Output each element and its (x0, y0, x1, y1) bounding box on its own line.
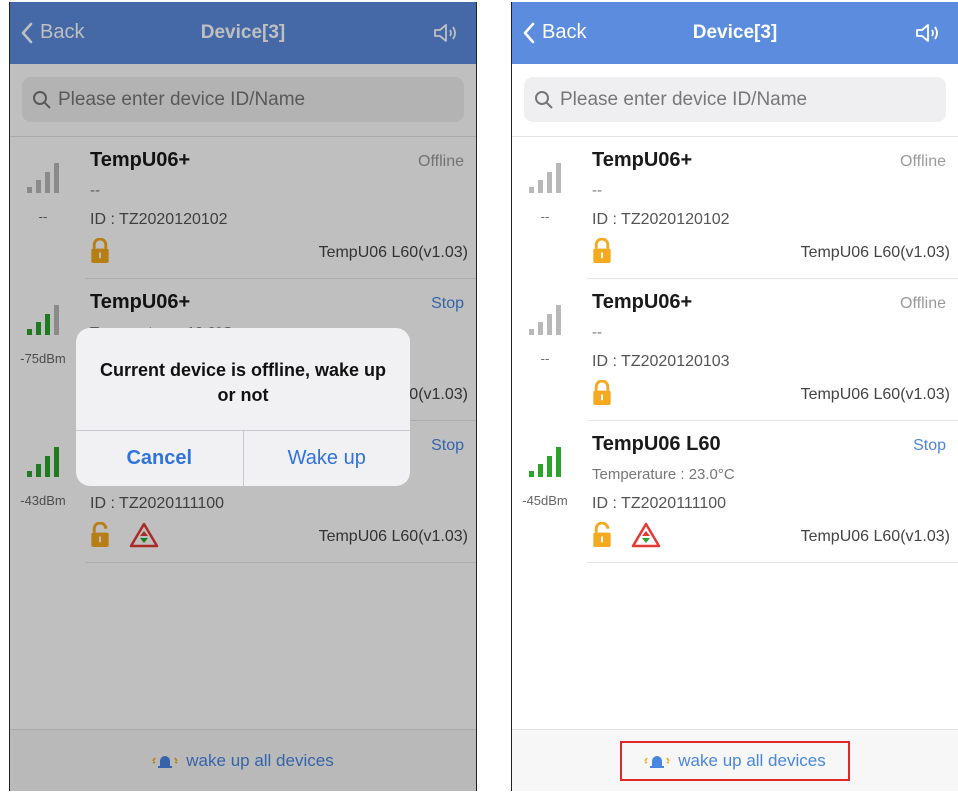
device-name: TempU06+ (592, 291, 693, 313)
device-id: ID : TZ2020120103 (592, 353, 730, 370)
unlock-icon (592, 522, 612, 548)
dialog-buttons: Cancel Wake up (76, 430, 410, 486)
device-item[interactable]: -45dBm TempU06 L60 Stop Temperature : 23… (522, 421, 958, 563)
device-reading: -- (592, 324, 602, 341)
device-model: TempU06 L60(v1.03) (800, 528, 950, 545)
search-placeholder: Please enter device ID/Name (560, 88, 808, 110)
device-id: ID : TZ2020111100 (592, 495, 727, 512)
signal-icon (529, 305, 561, 335)
rssi-value: -45dBm (522, 493, 568, 508)
device-status: Offline (900, 153, 946, 170)
bell-icon (644, 755, 670, 768)
device-model: TempU06 L60(v1.03) (800, 386, 950, 403)
device-status[interactable]: Stop (913, 437, 946, 455)
wake-all-button[interactable]: wake up all devices (620, 740, 850, 781)
lock-icon (592, 238, 612, 264)
device-item[interactable]: -- TempU06+ Offline -- ID : TZ2020120103… (529, 279, 958, 421)
rssi-value: -- (540, 351, 550, 366)
footer-bar: wake up all devices (512, 729, 958, 791)
device-id: ID : TZ2020120102 (592, 211, 730, 228)
device-reading: Temperature : 23.0°C (592, 466, 735, 483)
device-item[interactable]: -- TempU06+ Offline -- ID : TZ2020120102… (529, 137, 958, 279)
page-title: Device[3] (692, 22, 778, 43)
device-list: -- TempU06+ Offline -- ID : TZ2020120102… (512, 136, 958, 563)
signal-icon (529, 163, 561, 193)
signal-icon (529, 447, 561, 477)
speaker-icon[interactable] (914, 22, 944, 44)
device-model: TempU06 L60(v1.03) (800, 244, 950, 261)
wake-all-label: wake up all devices (678, 750, 826, 770)
rssi-value: -- (540, 209, 550, 224)
warning-icon (631, 522, 661, 548)
device-name: TempU06 L60 (592, 433, 721, 455)
search-input[interactable]: Please enter device ID/Name (524, 77, 946, 122)
wake-up-dialog: Current device is offline, wake up or no… (76, 328, 410, 486)
device-status: Offline (900, 295, 946, 312)
lock-icon (592, 380, 612, 406)
device-reading: -- (592, 182, 602, 199)
device-name: TempU06+ (592, 149, 693, 171)
phone-screen-left: Back Device[3] Please enter device ID/Na… (9, 2, 477, 791)
cancel-button[interactable]: Cancel (76, 431, 244, 486)
phone-screen-right: Back Device[3] Please enter device ID/Na… (511, 2, 958, 791)
nav-header: Back Device[3] (512, 2, 958, 64)
dialog-message: Current device is offline, wake up or no… (99, 360, 387, 405)
wake-up-button[interactable]: Wake up (244, 431, 411, 486)
search-icon (535, 90, 553, 109)
